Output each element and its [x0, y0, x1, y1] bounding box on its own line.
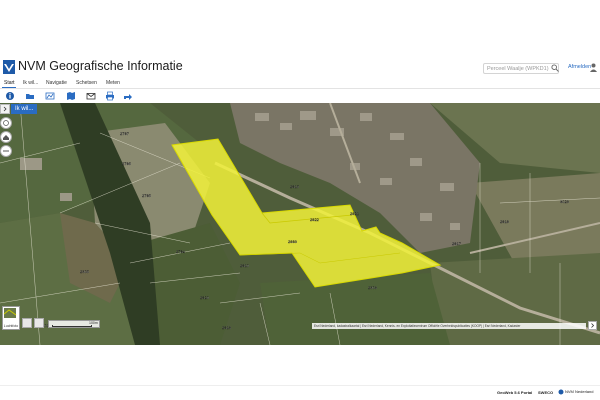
map-attribution: Esri Nederland, kadastralkaartal | Esri …: [312, 323, 586, 329]
app-title: NVM Geografische Informatie: [18, 59, 183, 73]
footer: GeoWeb 5.6 Portal SWECO NVM Nederland: [0, 385, 600, 400]
chevron-right-icon: [3, 106, 7, 112]
grid-button[interactable]: [22, 318, 32, 328]
tab-meten[interactable]: Meten: [106, 80, 120, 86]
parcel-label: 2903: [368, 285, 378, 290]
print-icon[interactable]: [105, 91, 115, 101]
header: NVM Geografische Informatie Perceel Waal…: [0, 55, 600, 79]
app-window: NVM Geografische Informatie Perceel Waal…: [0, 55, 600, 400]
map-icon[interactable]: [66, 91, 76, 101]
parcel-label: 2784: [176, 249, 186, 254]
parcel-label: 2905: [80, 269, 90, 274]
nvm-logo: [3, 60, 15, 74]
tab-start[interactable]: Start: [4, 80, 15, 86]
side-panel-toggle[interactable]: [0, 104, 10, 114]
nvm-footer-label: NVM Nederland: [565, 389, 594, 394]
parcel-label: 2822: [310, 217, 320, 222]
parcel-label: 2785: [142, 193, 152, 198]
home-icon: [3, 135, 9, 140]
scale-line: [52, 325, 92, 327]
basemap-switcher[interactable]: Luchtfoto: [2, 306, 20, 330]
parcel-label: 2810: [240, 263, 250, 268]
tab-schetsen[interactable]: Schetsen: [76, 80, 97, 86]
parcel-label: 2817: [452, 241, 462, 246]
parcel-label: 2818: [500, 219, 510, 224]
parcel-label: 2883: [288, 239, 298, 244]
email-icon[interactable]: [86, 91, 96, 101]
compass-icon: [3, 120, 9, 126]
info-icon[interactable]: [5, 91, 15, 101]
nvm-footer-icon: [558, 389, 564, 395]
minus-icon: [3, 150, 9, 152]
parcel-label: 2820: [200, 295, 210, 300]
toolbar: [0, 89, 600, 103]
parcel-label: 2786: [122, 161, 132, 166]
basemap-thumbnail-icon: [3, 308, 17, 318]
parcel-label: 2813: [222, 325, 232, 330]
home-button[interactable]: [0, 131, 12, 143]
menu-bar: Start Ik wil... Navigatie Schetsen Meten…: [0, 79, 600, 110]
search-icon[interactable]: [551, 64, 559, 72]
portal-label: GeoWeb 5.6 Portal: [497, 390, 533, 395]
search-input[interactable]: Perceel Waalje (WPKD1): [483, 63, 559, 74]
chevron-right-icon: [591, 323, 595, 328]
parcel-label: 2816: [290, 184, 300, 189]
ik-wil-button[interactable]: Ik wil...: [11, 104, 38, 114]
scale-bar: 100m: [48, 320, 100, 328]
zoom-out-button[interactable]: [0, 145, 12, 157]
tab-navigatie[interactable]: Navigatie: [46, 80, 67, 86]
sweco-logo: SWECO: [538, 390, 554, 395]
active-tab-indicator: [2, 87, 16, 88]
parcel-label: 2821: [350, 211, 360, 216]
user-icon[interactable]: [590, 63, 597, 72]
overview-button[interactable]: [34, 318, 44, 328]
layers-icon[interactable]: [45, 91, 55, 101]
zoom-in-button[interactable]: [0, 117, 12, 129]
map-view[interactable]: 2787 2786 2785 2784 2883 2822 2821 2820 …: [0, 103, 600, 345]
tab-ik-wil[interactable]: Ik wil...: [23, 80, 38, 86]
scale-label: 100m: [89, 321, 98, 325]
basemap-label: Luchtfoto: [3, 324, 19, 328]
folder-icon[interactable]: [25, 91, 35, 101]
share-icon[interactable]: [123, 91, 133, 101]
parcel-label: 3023: [560, 199, 570, 204]
attribution-expand-button[interactable]: [588, 321, 597, 330]
logout-link[interactable]: Afmelden: [568, 64, 591, 70]
aerial-map[interactable]: 2787 2786 2785 2784 2883 2822 2821 2820 …: [0, 103, 600, 345]
parcel-label: 2787: [120, 131, 130, 136]
